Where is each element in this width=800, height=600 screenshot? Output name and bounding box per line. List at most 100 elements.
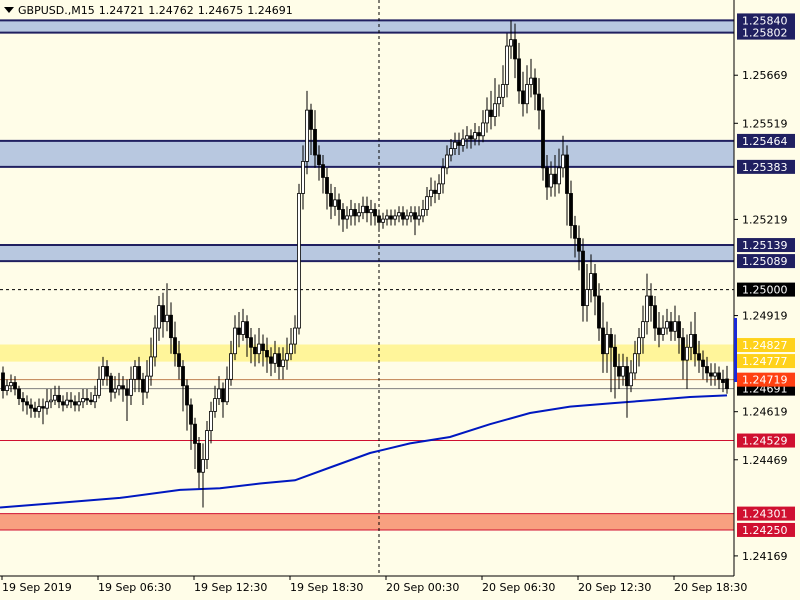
candle-body xyxy=(93,394,97,403)
candle-body xyxy=(201,459,205,473)
candle-body xyxy=(301,161,305,194)
candle-body xyxy=(565,154,569,194)
candle-body xyxy=(665,321,669,329)
y-tick-label-5: 1.24469 xyxy=(742,454,788,467)
candle-body xyxy=(61,401,65,406)
candle-body xyxy=(709,372,713,377)
candle-body xyxy=(457,141,461,146)
open-price: 1.24721 xyxy=(98,4,145,17)
candle-body xyxy=(17,388,21,399)
candle-body xyxy=(525,84,529,105)
candle-body xyxy=(469,135,473,140)
x-tick-label-7: 20 Sep 18:30 xyxy=(674,581,747,594)
support-line-tag: 1.24529 xyxy=(737,433,795,448)
blue-zone-3-top-tag: 1.25139 xyxy=(737,238,795,253)
candle-body xyxy=(405,215,409,220)
candle-body xyxy=(317,154,321,166)
candle-body xyxy=(609,334,613,348)
blue-zone-1-top-tag: 1.25840 xyxy=(737,13,795,28)
candle-body xyxy=(313,128,317,156)
candle-body xyxy=(81,398,85,403)
candle-body xyxy=(77,401,81,406)
candle-body xyxy=(509,39,513,47)
candle-body xyxy=(345,215,349,220)
candle-body xyxy=(85,398,89,401)
candle-body xyxy=(185,385,189,406)
candle-body xyxy=(273,353,277,364)
blue-zone-2 xyxy=(0,140,734,167)
candle-body xyxy=(593,273,597,297)
yellow-zone-bottom-tag-text: 1.24777 xyxy=(742,355,788,368)
collapse-triangle-icon[interactable] xyxy=(4,7,14,13)
candle-body xyxy=(493,103,497,117)
candle-body xyxy=(701,359,705,367)
candle-body xyxy=(465,135,469,140)
candle-body xyxy=(681,337,685,361)
candle-body xyxy=(41,406,45,409)
candle-body xyxy=(237,327,241,335)
candle-body xyxy=(125,388,129,396)
candle-body xyxy=(97,378,101,396)
candle-body xyxy=(173,337,177,355)
candle-body xyxy=(577,237,581,252)
candle-body xyxy=(645,295,649,323)
candle-body xyxy=(21,398,25,403)
candle-body xyxy=(249,337,253,348)
candle-body xyxy=(105,366,109,377)
candle-body xyxy=(349,209,353,217)
low-price: 1.24675 xyxy=(197,4,244,17)
candle-body xyxy=(637,337,641,355)
candle-body xyxy=(25,401,29,406)
candle-body xyxy=(449,148,453,156)
candle-body xyxy=(649,295,653,307)
candle-body xyxy=(397,212,401,217)
candle-body xyxy=(37,406,41,412)
candle-body xyxy=(573,225,577,239)
volume-indicator-bar xyxy=(734,318,737,382)
candle-body xyxy=(289,343,293,355)
candle-body xyxy=(165,314,169,323)
yellow-zone xyxy=(0,345,734,362)
chart-canvas[interactable]: 1.25669 1.25519 1.25219 1.24919 1.24619 1.244… xyxy=(0,0,800,600)
candle-body xyxy=(409,212,413,217)
candle-body xyxy=(437,183,441,194)
blue-zone-1-bottom-tag-text: 1.25802 xyxy=(742,27,788,40)
close-price: 1.24691 xyxy=(247,4,293,17)
candle-body xyxy=(325,177,329,194)
candle-body xyxy=(421,209,425,217)
candle-body xyxy=(257,343,261,355)
candle-body xyxy=(45,401,49,409)
candle-body xyxy=(65,399,69,406)
y-tick-label-3: 1.24919 xyxy=(742,310,788,323)
blue-zone-2-top-tag: 1.25464 xyxy=(737,133,795,148)
candle-body xyxy=(625,366,629,387)
candle-body xyxy=(581,250,585,307)
candle-body xyxy=(393,215,397,220)
candle-body xyxy=(529,77,533,85)
candle-body xyxy=(121,385,125,390)
candle-body xyxy=(141,378,145,393)
candle-body xyxy=(685,346,689,361)
candle-body xyxy=(53,394,57,401)
blue-zone-3-top-tag-text: 1.25139 xyxy=(742,239,788,252)
candle-body xyxy=(689,334,693,348)
candle-body xyxy=(161,305,165,323)
candle-body xyxy=(357,212,361,217)
salmon-zone-top-tag-text: 1.24301 xyxy=(742,508,788,521)
candle-body xyxy=(613,346,617,367)
chart-background xyxy=(0,0,800,600)
candle-body xyxy=(485,109,489,124)
candle-body xyxy=(677,321,681,339)
candle-body xyxy=(341,209,345,220)
y-tick-label-0: 1.25669 xyxy=(742,69,788,82)
yellow-zone-bottom-tag: 1.24777 xyxy=(737,354,795,369)
candle-body xyxy=(673,321,677,332)
candle-body xyxy=(597,295,601,329)
blue-zone-3 xyxy=(0,245,734,262)
candle-body xyxy=(513,39,517,60)
candle-body xyxy=(129,378,133,396)
candle-body xyxy=(505,45,509,85)
candle-body xyxy=(585,289,589,307)
candle-body xyxy=(557,167,561,185)
candle-body xyxy=(601,327,605,355)
